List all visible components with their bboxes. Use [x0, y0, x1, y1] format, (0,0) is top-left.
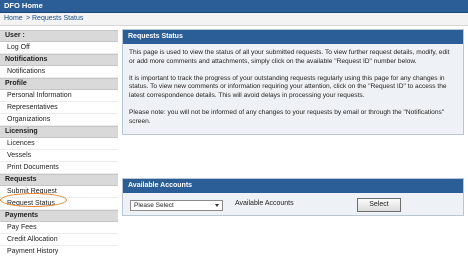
sidebar-item-request-status[interactable]: Request Status [0, 198, 118, 210]
intro-paragraph: This page is used to view the status of … [129, 49, 450, 65]
chevron-down-icon [215, 204, 219, 207]
sidebar-item-organizations[interactable]: Organizations [0, 114, 118, 126]
sidebar-section-payments: Payments [0, 210, 118, 222]
sidebar-item-label: Personal Information [7, 91, 72, 99]
tracking-paragraph: It is important to track the progress of… [129, 74, 447, 100]
sidebar-section-heading: Requests [5, 176, 37, 183]
panel-title: Available Accounts [123, 179, 463, 193]
sidebar-section-profile: Profile [0, 78, 118, 90]
sidebar-section-heading: Licensing [5, 128, 38, 135]
sidebar-section-heading: Profile [5, 80, 27, 87]
sidebar-item-vessels[interactable]: Vessels [0, 150, 118, 162]
sidebar-section-heading: User : [5, 32, 25, 39]
sidebar-item-log-off[interactable]: Log Off [0, 42, 118, 54]
breadcrumb-separator: > [26, 15, 31, 22]
sidebar-nav: User : Log Off Notifications Notificatio… [0, 27, 118, 256]
header-title[interactable]: DFO Home [4, 1, 43, 10]
sidebar-section-user: User : [0, 30, 118, 42]
breadcrumb: Home > Requests Status [0, 13, 468, 26]
panel-body: This page is used to view the status of … [123, 44, 463, 134]
sidebar-item-label: Print Documents [7, 163, 59, 171]
available-accounts-label: Available Accounts [235, 200, 294, 207]
sidebar-item-pay-fees[interactable]: Pay Fees [0, 222, 118, 234]
sidebar-item-label: Notifications [7, 67, 46, 75]
available-accounts-panel: Available Accounts Please Select Availab… [122, 178, 464, 216]
sidebar-section-heading: Payments [5, 212, 39, 219]
top-header-bar: DFO Home [0, 0, 468, 13]
sidebar-item-label: Pay Fees [7, 223, 37, 231]
sidebar-item-label: Request Status [7, 199, 55, 207]
sidebar-section-licensing: Licensing [0, 126, 118, 138]
sidebar-item-representatives[interactable]: Representatives [0, 102, 118, 114]
sidebar-section-heading: Notifications [5, 56, 48, 63]
sidebar-section-requests: Requests [0, 174, 118, 186]
sidebar-item-label: Payment History [7, 247, 59, 255]
sidebar-item-label: Organizations [7, 115, 51, 123]
sidebar-item-label: Licences [7, 139, 35, 147]
account-select-value: Please Select [134, 202, 174, 209]
sidebar-item-label: Credit Allocation [7, 235, 58, 243]
sidebar-item-label: Vessels [7, 151, 32, 159]
breadcrumb-home-link[interactable]: Home [4, 15, 23, 22]
requests-status-panel: Requests Status This page is used to vie… [122, 29, 464, 135]
accounts-form: Please Select Available Accounts Select [123, 193, 463, 215]
sidebar-item-payment-history[interactable]: Payment History [0, 246, 118, 256]
sidebar-item-notifications[interactable]: Notifications [0, 66, 118, 78]
sidebar-item-print-documents[interactable]: Print Documents [0, 162, 118, 174]
account-select-dropdown[interactable]: Please Select [130, 200, 223, 211]
sidebar-item-licences[interactable]: Licences [0, 138, 118, 150]
sidebar-item-personal-information[interactable]: Personal Information [0, 90, 118, 102]
note-paragraph: Please note: you will not be informed of… [129, 108, 445, 125]
breadcrumb-current: Requests Status [32, 15, 84, 22]
panel-title: Requests Status [123, 30, 463, 44]
select-button[interactable]: Select [357, 198, 401, 212]
sidebar-item-submit-request[interactable]: Submit Request [0, 186, 118, 198]
sidebar-item-label: Log Off [7, 43, 30, 51]
sidebar-item-label: Submit Request [7, 187, 57, 195]
sidebar-item-credit-allocation[interactable]: Credit Allocation [0, 234, 118, 246]
sidebar-section-notifications: Notifications [0, 54, 118, 66]
sidebar-item-label: Representatives [7, 103, 58, 111]
